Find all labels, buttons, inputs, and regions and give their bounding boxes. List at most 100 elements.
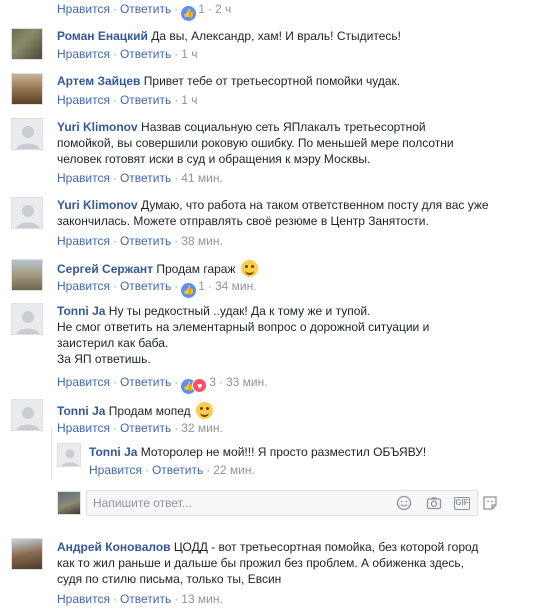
reply-link[interactable]: Ответить	[120, 592, 171, 606]
comment-text-line: Ну ты редкостный ..удак! Да к тому же и …	[108, 304, 371, 318]
reply-composer[interactable]: GIF	[86, 490, 497, 516]
smile-icon[interactable]	[395, 495, 412, 512]
timestamp[interactable]: 1 ч	[181, 47, 197, 61]
avatar[interactable]	[11, 399, 43, 431]
gif-icon[interactable]: GIF	[454, 497, 470, 510]
comment-body: Артем Зайцев Привет тебе от третьесортно…	[57, 73, 497, 89]
separator: ·	[207, 2, 212, 16]
reaction-count[interactable]: 1	[198, 2, 205, 16]
comment-author[interactable]: Tonni Ja	[57, 404, 105, 418]
comment-text-line: заистерил как баба.	[57, 336, 169, 350]
like-link[interactable]: Нравится	[57, 47, 110, 61]
default-avatar-icon	[61, 449, 79, 466]
like-link[interactable]: Нравится	[57, 171, 110, 185]
comment-text: Да вы, Александр, хам! И враль! Стыдитес…	[151, 29, 401, 43]
avatar[interactable]	[11, 538, 43, 570]
comment-author[interactable]: Yuri Klimonov	[57, 198, 138, 212]
thumbs-up-icon[interactable]: 👍	[181, 283, 197, 298]
reply-link[interactable]: Ответить	[120, 234, 171, 248]
timestamp[interactable]: 41 мин.	[181, 171, 223, 185]
thumbs-up-icon[interactable]: 👍	[181, 6, 197, 21]
separator: ·	[112, 2, 117, 16]
reply-body: Tonni Ja Моторолер не мой!!! Я просто ра…	[89, 444, 529, 460]
separator: ·	[218, 375, 223, 389]
separator: ·	[112, 234, 117, 248]
default-avatar-icon	[16, 407, 40, 430]
timestamp[interactable]: 33 мин.	[226, 375, 268, 389]
reply-link[interactable]: Ответить	[152, 463, 203, 477]
comment-body: Yuri Klimonov Назвав социальную сеть ЯПл…	[57, 119, 477, 167]
comment-meta: Нравится · Ответить · 👍 1 · 34 мин.	[57, 278, 257, 298]
timestamp[interactable]: 38 мин.	[181, 234, 223, 248]
timestamp[interactable]: 2 ч	[215, 2, 231, 16]
separator: ·	[174, 234, 179, 248]
comment-author[interactable]: Tonni Ja	[89, 445, 137, 459]
avatar[interactable]	[11, 197, 43, 229]
like-link[interactable]: Нравится	[57, 93, 110, 107]
reaction-count[interactable]: 3	[209, 375, 216, 389]
comment-author[interactable]: Сергей Сержант	[57, 262, 153, 276]
comment-text: Продам гараж	[156, 262, 236, 276]
avatar[interactable]	[57, 443, 81, 467]
reply-link[interactable]: Ответить	[120, 279, 171, 293]
timestamp[interactable]: 34 мин.	[215, 279, 257, 293]
separator: ·	[174, 47, 179, 61]
comment-body: Tonni Ja Ну ты редкостный ..удак! Да к т…	[57, 303, 497, 367]
camera-icon[interactable]	[425, 495, 442, 512]
comment-meta: Нравится · Ответить · 👍 ♥ 3 · 33 мин.	[57, 374, 268, 394]
separator: ·	[174, 279, 179, 293]
separator: ·	[174, 93, 179, 107]
timestamp[interactable]: 13 мин.	[181, 592, 223, 606]
like-link[interactable]: Нравится	[89, 463, 142, 477]
separator: ·	[112, 279, 117, 293]
separator: ·	[207, 279, 212, 293]
like-link[interactable]: Нравится	[57, 592, 110, 606]
avatar[interactable]	[11, 259, 43, 291]
heart-icon[interactable]: ♥	[192, 378, 208, 393]
separator: ·	[174, 592, 179, 606]
reply-thread-line	[51, 428, 52, 480]
comment-text-line: судя по стилю письма, только ты, Евсин	[57, 572, 282, 586]
reply-link[interactable]: Ответить	[120, 47, 171, 61]
comment-text: Продам мопед	[108, 404, 191, 418]
like-link[interactable]: Нравится	[57, 279, 110, 293]
timestamp[interactable]: 22 мин.	[213, 463, 255, 477]
separator: ·	[174, 2, 179, 16]
comment-meta: Нравится · Ответить · 13 мин.	[57, 591, 223, 607]
like-link[interactable]: Нравится	[57, 375, 110, 389]
avatar[interactable]	[11, 303, 43, 335]
avatar[interactable]	[11, 73, 43, 105]
comment-author[interactable]: Андрей Коновалов	[57, 540, 171, 554]
timestamp[interactable]: 32 мин.	[181, 421, 223, 435]
like-link[interactable]: Нравится	[57, 234, 110, 248]
sticker-icon[interactable]	[481, 495, 498, 512]
comment-author[interactable]: Роман Енацкий	[57, 29, 148, 43]
reply-link[interactable]: Ответить	[120, 2, 171, 16]
reply-link[interactable]: Ответить	[120, 375, 171, 389]
reply-link[interactable]: Ответить	[120, 171, 171, 185]
comment-author[interactable]: Yuri Klimonov	[57, 120, 138, 134]
separator: ·	[174, 421, 179, 435]
reply-input[interactable]	[93, 495, 333, 511]
separator: ·	[112, 171, 117, 185]
comment-author[interactable]: Артем Зайцев	[57, 74, 140, 88]
timestamp[interactable]: 1 ч	[181, 93, 197, 107]
avatar[interactable]	[11, 28, 43, 60]
comment-text: Моторолер не мой!!! Я просто разместил О…	[140, 445, 427, 459]
like-link[interactable]: Нравится	[57, 2, 110, 16]
separator: ·	[112, 47, 117, 61]
comment-author[interactable]: Tonni Ja	[57, 304, 105, 318]
reply-link[interactable]: Ответить	[120, 421, 171, 435]
like-link[interactable]: Нравится	[57, 421, 110, 435]
separator: ·	[206, 463, 211, 477]
separator: ·	[112, 592, 117, 606]
comment-meta: Нравится · Ответить · 41 мин.	[57, 170, 223, 186]
reaction-count[interactable]: 1	[198, 279, 205, 293]
reply-link[interactable]: Ответить	[120, 93, 171, 107]
separator: ·	[174, 375, 179, 389]
comment-text: Привет тебе от третьесортной помойки чуд…	[143, 74, 401, 88]
avatar[interactable]	[11, 118, 43, 150]
default-avatar-icon	[16, 311, 40, 334]
comment-meta: Нравится · Ответить · 22 мин.	[89, 462, 255, 478]
smile-emoji-icon	[195, 402, 213, 419]
